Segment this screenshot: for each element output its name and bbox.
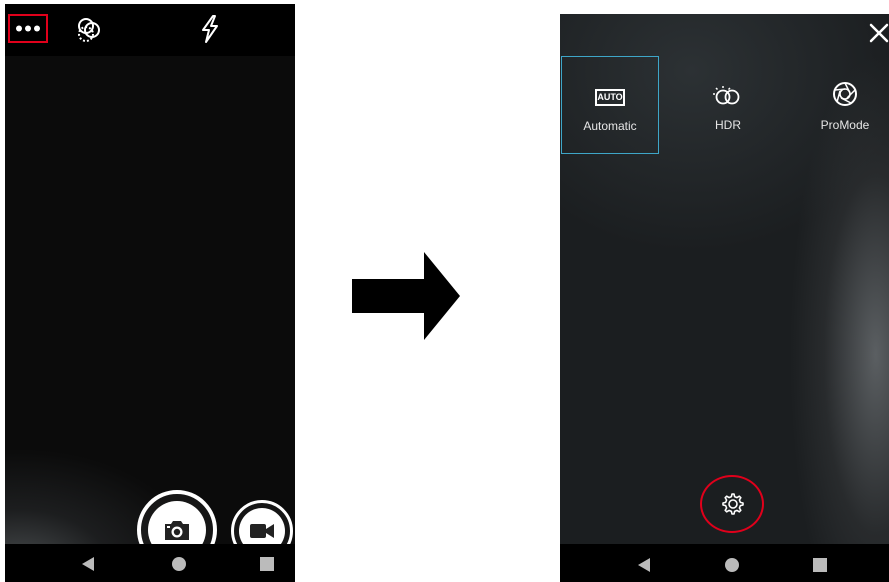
hdr-icon	[713, 86, 740, 105]
right-arrow	[352, 252, 460, 340]
camera-viewfinder-screen	[5, 4, 295, 582]
aperture-icon	[833, 82, 857, 106]
auto-icon: AUTO	[595, 89, 625, 106]
mode-promode[interactable]: ProMode	[796, 56, 889, 154]
flash-auto-icon[interactable]	[198, 14, 222, 44]
mode-label-hdr: HDR	[715, 118, 741, 132]
home-icon[interactable]	[724, 557, 740, 573]
mode-label-automatic: Automatic	[583, 119, 637, 133]
system-nav-bar	[5, 544, 295, 582]
filter-circles-icon[interactable]	[75, 16, 103, 44]
settings-gear-icon	[722, 493, 744, 515]
video-camera-icon	[250, 524, 274, 538]
recents-icon[interactable]	[812, 557, 828, 573]
mode-hdr[interactable]: HDR	[679, 56, 777, 154]
recents-icon[interactable]	[259, 556, 275, 572]
camera-icon	[165, 521, 189, 540]
camera-mode-menu-screen: AUTO Automatic HDR ProMode	[560, 14, 889, 582]
mode-automatic[interactable]: AUTO Automatic	[561, 56, 659, 154]
back-icon[interactable]	[636, 557, 652, 573]
more-horizontal-icon	[16, 25, 40, 32]
camera-top-bar	[5, 4, 295, 56]
system-nav-bar	[560, 544, 889, 582]
close-icon[interactable]	[868, 22, 889, 44]
more-options-button[interactable]	[8, 14, 48, 43]
back-icon[interactable]	[80, 556, 96, 572]
settings-button[interactable]	[700, 475, 764, 533]
home-icon[interactable]	[171, 556, 187, 572]
mode-label-promode: ProMode	[820, 118, 870, 132]
